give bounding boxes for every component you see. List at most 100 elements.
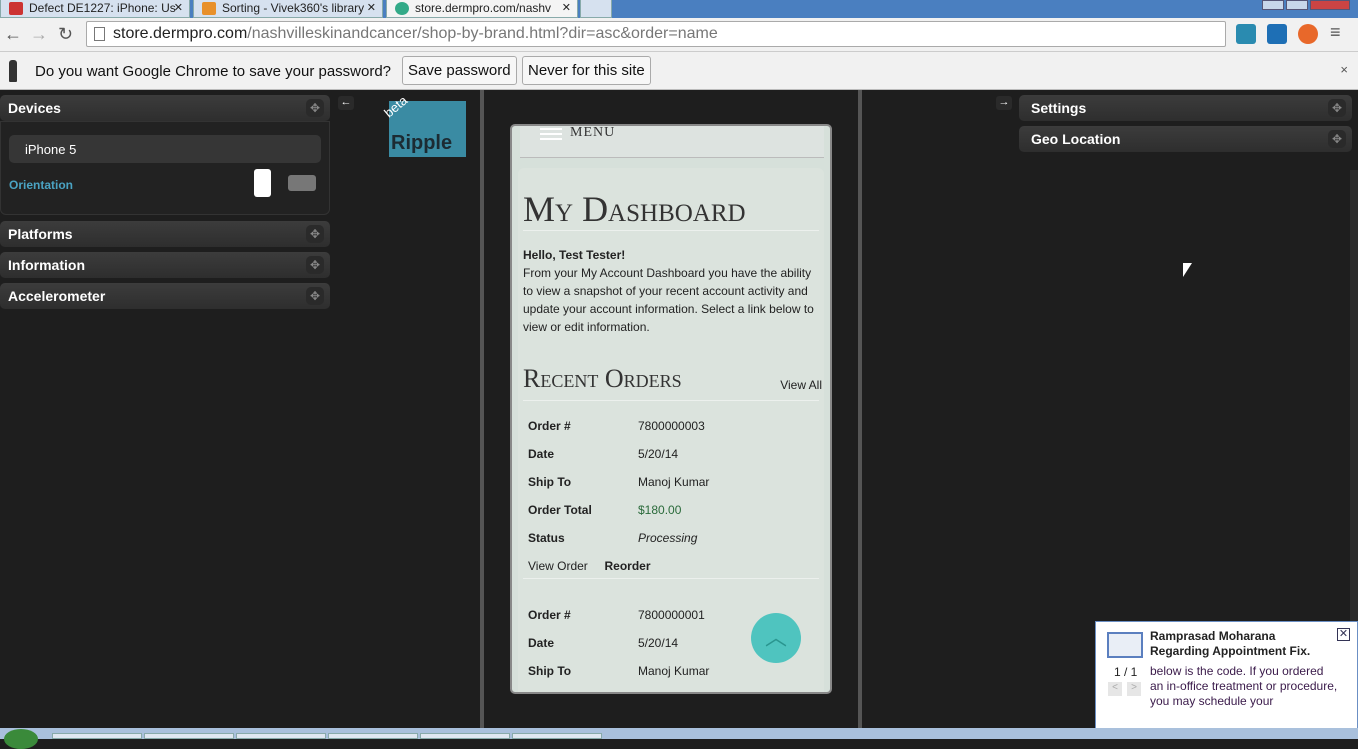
tab-label: Defect DE1227: iPhone: Us	[29, 1, 176, 15]
divider	[523, 578, 819, 579]
forward-button[interactable]: →	[30, 24, 48, 45]
logo-text: Ripple	[391, 132, 453, 154]
taskbar-item[interactable]	[328, 733, 418, 739]
panel-title: Devices	[8, 100, 61, 116]
reload-button[interactable]: ↻	[58, 24, 73, 45]
intro-text: Hello, Test Tester! From your My Account …	[523, 246, 823, 336]
close-infobar-icon[interactable]: ×	[1340, 62, 1348, 77]
notification-header: Ramprasad Moharana Regarding Appointment …	[1150, 629, 1310, 659]
label: Ship To	[528, 475, 572, 489]
order-total-row: Order Total $180.00	[528, 503, 681, 517]
settings-panel-header[interactable]: Settings ✥	[1019, 95, 1352, 121]
label: Order Total	[528, 503, 592, 517]
move-icon[interactable]: ✥	[306, 256, 324, 274]
label: Order #	[528, 608, 571, 622]
move-icon[interactable]: ✥	[306, 99, 324, 117]
minimize-button[interactable]	[1262, 0, 1284, 10]
new-tab-button[interactable]	[580, 0, 612, 18]
panel-title: Settings	[1031, 100, 1087, 116]
page-icon	[94, 27, 105, 41]
site-icon	[395, 2, 409, 15]
color-extension-icon[interactable]	[1298, 24, 1318, 44]
order-date-row: Date 5/20/14	[528, 636, 678, 650]
move-icon[interactable]: ✥	[306, 225, 324, 243]
order-date-row: Date 5/20/14	[528, 447, 678, 461]
next-button[interactable]: >	[1127, 682, 1141, 696]
landscape-icon[interactable]	[288, 175, 316, 191]
prev-button[interactable]: <	[1108, 682, 1122, 696]
move-icon[interactable]: ✥	[1328, 99, 1346, 117]
label: Ship To	[528, 664, 572, 678]
view-all-link[interactable]: View All	[780, 378, 822, 392]
ripple-extension-icon[interactable]	[1236, 24, 1256, 44]
collapse-left-button[interactable]: ←	[338, 96, 354, 110]
s-extension-icon[interactable]	[1267, 24, 1287, 44]
beta-badge: beta	[381, 92, 411, 121]
portrait-icon[interactable]	[254, 169, 271, 197]
address-bar[interactable]: store.dermpro.com/nashvilleskinandcancer…	[86, 21, 1226, 47]
back-button[interactable]: ←	[4, 24, 22, 45]
tab-dermpro[interactable]: store.dermpro.com/nashv ✕	[386, 0, 578, 18]
taskbar-item[interactable]	[236, 733, 326, 739]
label: Date	[528, 447, 555, 461]
divider	[480, 90, 484, 728]
platforms-panel-header[interactable]: Platforms ✥	[0, 221, 330, 247]
devices-panel-body: iPhone 5 Orientation	[0, 121, 330, 215]
scroll-to-top-button[interactable]: ︿	[751, 613, 801, 663]
close-notification-icon[interactable]: ✕	[1337, 628, 1350, 641]
maximize-button[interactable]	[1286, 0, 1308, 10]
hamburger-icon[interactable]	[540, 128, 562, 140]
notification-count: 1 / 1	[1114, 665, 1138, 679]
tab-defect[interactable]: Defect DE1227: iPhone: Us ✕	[0, 0, 190, 18]
taskbar-item[interactable]	[512, 733, 602, 739]
window-controls	[1262, 0, 1350, 10]
panel-title: Information	[8, 257, 85, 273]
ripple-logo: Ripple beta	[381, 93, 466, 157]
geo-location-panel-header[interactable]: Geo Location ✥	[1019, 126, 1352, 152]
devices-panel-header[interactable]: Devices ✥	[0, 95, 330, 121]
value: 7800000001	[638, 608, 705, 622]
device-select[interactable]: iPhone 5	[9, 135, 321, 163]
close-window-button[interactable]	[1310, 0, 1350, 10]
accelerometer-panel-header[interactable]: Accelerometer ✥	[0, 283, 330, 309]
never-for-site-button[interactable]: Never for this site	[522, 56, 651, 85]
taskbar-item[interactable]	[144, 733, 234, 739]
view-order-link[interactable]: View Order	[528, 559, 588, 573]
infobar-message: Do you want Google Chrome to save your p…	[35, 63, 392, 80]
taskbar-item[interactable]	[52, 733, 142, 739]
mail-icon	[1107, 632, 1143, 658]
label: Status	[528, 531, 565, 545]
save-password-button[interactable]: Save password	[402, 56, 517, 85]
close-tab-icon[interactable]: ✕	[367, 1, 376, 14]
reorder-link[interactable]: Reorder	[604, 559, 650, 573]
rss-icon	[202, 2, 216, 15]
sender: Ramprasad Moharana	[1150, 629, 1276, 643]
menu-bar[interactable]: MENU	[520, 126, 824, 158]
tab-label: store.dermpro.com/nashv	[415, 1, 552, 15]
order-actions: View Order Reorder	[528, 559, 651, 573]
key-icon	[9, 60, 17, 82]
close-tab-icon[interactable]: ✕	[174, 1, 183, 14]
collapse-right-button[interactable]: →	[996, 96, 1012, 110]
divider	[523, 400, 819, 401]
phone-viewport: MENU My Dashboard Hello, Test Tester! Fro…	[510, 124, 832, 694]
order-status-row: Status Processing	[528, 531, 697, 545]
taskbar-item[interactable]	[420, 733, 510, 739]
page-title: My Dashboard	[523, 189, 746, 229]
information-panel-header[interactable]: Information ✥	[0, 252, 330, 278]
url-path: /nashvilleskinandcancer/shop-by-brand.ht…	[247, 25, 718, 42]
start-button[interactable]	[4, 729, 38, 749]
close-tab-icon[interactable]: ✕	[562, 1, 571, 14]
recent-orders-heading: Recent Orders	[523, 364, 682, 393]
move-icon[interactable]: ✥	[306, 287, 324, 305]
value: 5/20/14	[638, 447, 679, 461]
tab-sorting[interactable]: Sorting - Vivek360's library ✕	[193, 0, 383, 18]
menu-icon[interactable]: ≡	[1330, 22, 1341, 43]
order-number-row: Order # 7800000003	[528, 419, 705, 433]
panel-title: Platforms	[8, 226, 73, 242]
greeting: Hello, Test Tester!	[523, 248, 626, 262]
url-host: store.dermpro.com	[113, 25, 248, 42]
panel-title: Accelerometer	[8, 288, 106, 304]
move-icon[interactable]: ✥	[1328, 130, 1346, 148]
gmail-notification[interactable]: 1 / 1 < > Ramprasad Moharana Regarding Ap…	[1095, 621, 1358, 729]
